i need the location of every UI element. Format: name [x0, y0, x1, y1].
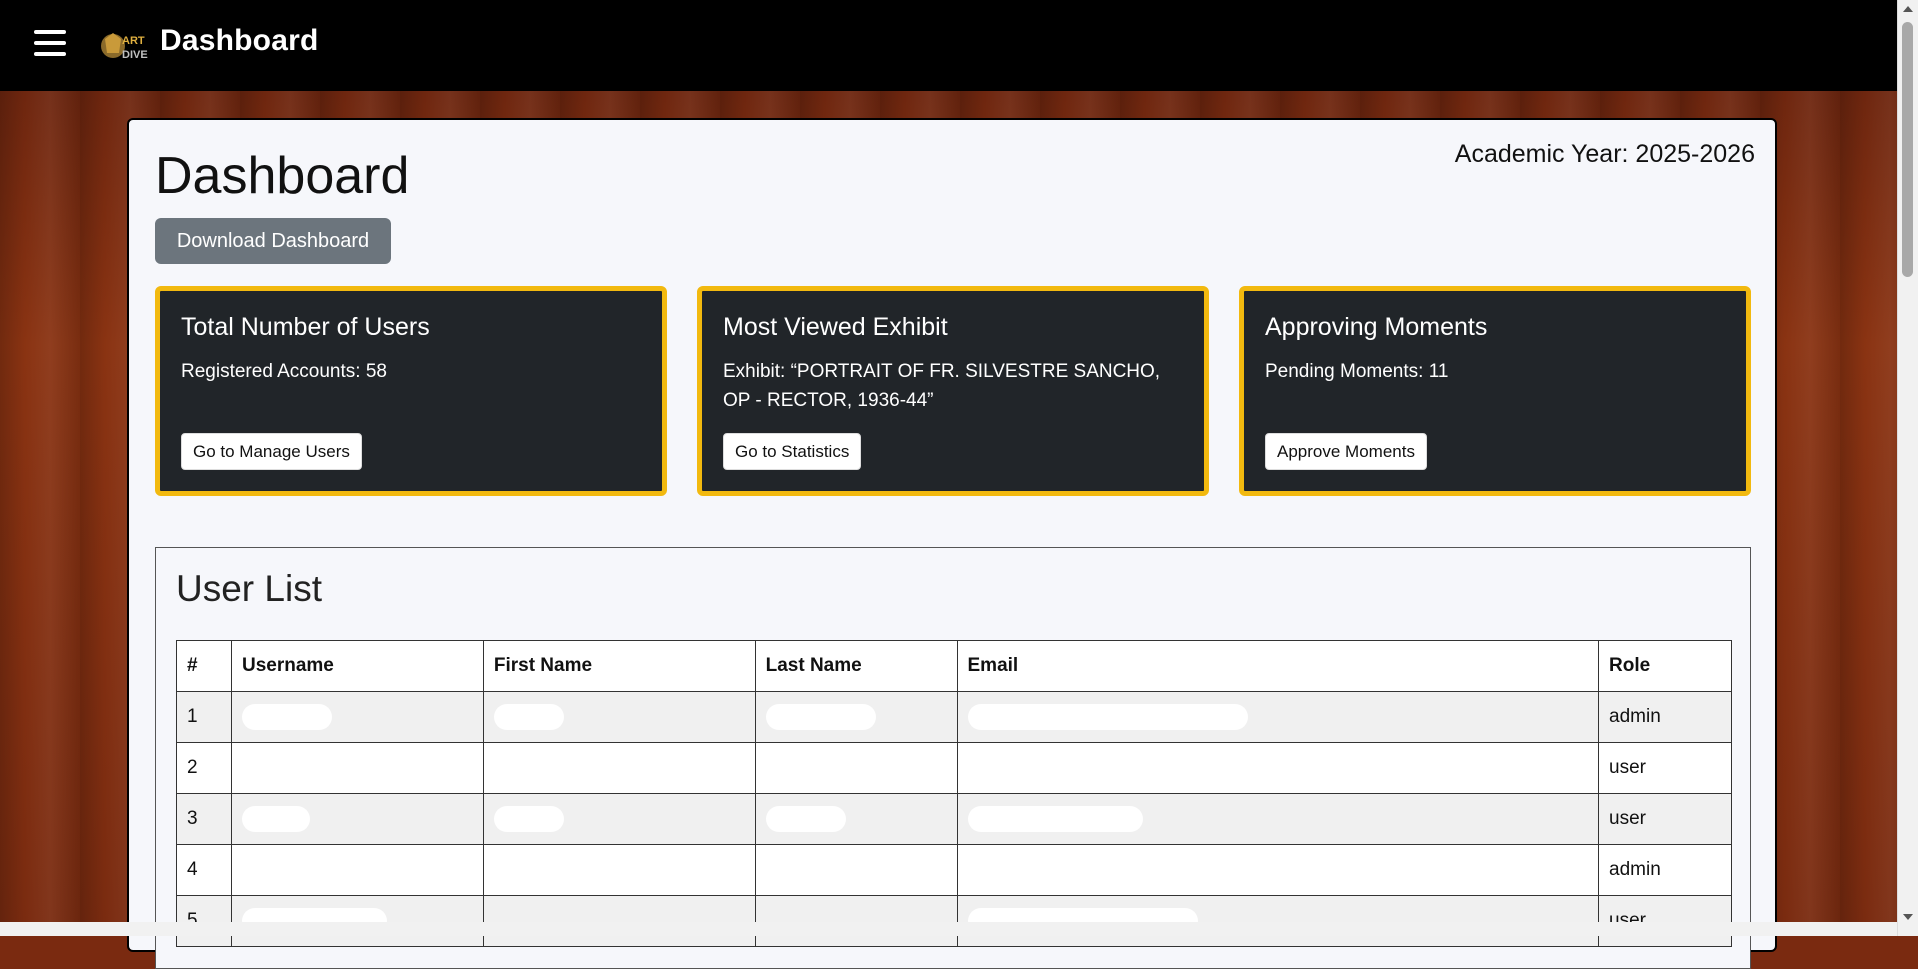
page-title: Dashboard [155, 147, 410, 205]
manage-users-button[interactable]: Go to Manage Users [181, 433, 362, 470]
role-cell: admin [1598, 844, 1732, 896]
redacted-block [765, 806, 846, 832]
role-cell: user [1598, 895, 1732, 947]
row-number: 4 [176, 844, 232, 896]
statistics-button[interactable]: Go to Statistics [723, 433, 862, 470]
redacted-block [967, 704, 1248, 730]
academic-year: Academic Year: 2025-2026 [1454, 140, 1755, 168]
card-title: Most Viewed Exhibit [723, 313, 948, 341]
email-cell [956, 691, 1600, 743]
approving-moments-card: Approving Moments Pending Moments: 11 Ap… [1239, 286, 1751, 496]
row-number: 5 [176, 895, 232, 947]
username-cell [230, 793, 484, 845]
col-header-email: Email [956, 640, 1600, 692]
card-text: Registered Accounts: 58 [181, 361, 387, 382]
user-table: # Username First Name Last Name Email Ro… [176, 640, 1732, 947]
email-cell [956, 742, 1600, 794]
redacted-block [493, 704, 564, 730]
scrollbar-thumb[interactable] [1902, 22, 1913, 277]
username-cell [230, 691, 484, 743]
email-cell [956, 793, 1600, 845]
username-cell [230, 742, 484, 794]
redacted-block [765, 704, 876, 730]
card-title: Total Number of Users [181, 313, 430, 341]
first-name-cell [482, 691, 756, 743]
last-name-cell [754, 793, 958, 845]
role-cell: user [1598, 793, 1732, 845]
last-name-cell [754, 691, 958, 743]
navbar-title: Dashboard [160, 24, 319, 57]
email-cell [956, 895, 1600, 947]
top-navbar: ART DIVE Dashboard [0, 0, 1898, 91]
table-row[interactable]: 4 admin [176, 844, 1732, 896]
svg-text:ART: ART [122, 35, 145, 47]
redacted-block [967, 806, 1143, 832]
last-name-cell [754, 895, 958, 947]
card-title: Approving Moments [1265, 313, 1488, 341]
card-text: Exhibit: “PORTRAIT OF FR. SILVESTRE SANC… [723, 361, 1161, 411]
most-viewed-exhibit-card: Most Viewed Exhibit Exhibit: “PORTRAIT O… [697, 286, 1209, 496]
col-header-username: Username [230, 640, 484, 692]
user-list-title: User List [176, 568, 322, 609]
first-name-cell [482, 844, 756, 896]
col-header-first-name: First Name [482, 640, 756, 692]
row-number: 2 [176, 742, 232, 794]
scroll-down-icon[interactable] [1903, 914, 1913, 920]
redacted-block [241, 806, 310, 832]
username-cell [230, 895, 484, 947]
hamburger-menu-icon[interactable] [34, 30, 66, 58]
download-dashboard-button[interactable]: Download Dashboard [155, 218, 391, 264]
total-users-card: Total Number of Users Registered Account… [155, 286, 667, 496]
last-name-cell [754, 742, 958, 794]
vertical-scrollbar[interactable] [1897, 0, 1918, 936]
table-header-row: # Username First Name Last Name Email Ro… [176, 640, 1732, 692]
scroll-up-icon[interactable] [1903, 6, 1913, 12]
art-dive-logo[interactable]: ART DIVE [100, 29, 150, 63]
col-header-number: # [176, 640, 232, 692]
first-name-cell [482, 895, 756, 947]
username-cell [230, 844, 484, 896]
last-name-cell [754, 844, 958, 896]
card-text: Pending Moments: 11 [1265, 361, 1449, 382]
row-number: 1 [176, 691, 232, 743]
table-row[interactable]: 3 user [176, 793, 1732, 845]
col-header-role: Role [1598, 640, 1732, 692]
redacted-block [241, 704, 332, 730]
table-row[interactable]: 5 user [176, 895, 1732, 947]
row-number: 3 [176, 793, 232, 845]
col-header-last-name: Last Name [754, 640, 958, 692]
table-row[interactable]: 1 admin [176, 691, 1732, 743]
approve-moments-button[interactable]: Approve Moments [1265, 433, 1427, 470]
role-cell: admin [1598, 691, 1732, 743]
horizontal-scroll-area [0, 922, 1898, 936]
first-name-cell [482, 793, 756, 845]
dashboard-panel: Dashboard Academic Year: 2025-2026 Downl… [127, 118, 1777, 969]
user-list-section: User List # Username First Name Last Nam… [155, 547, 1751, 969]
role-cell: user [1598, 742, 1732, 794]
svg-text:DIVE: DIVE [122, 49, 148, 61]
first-name-cell [482, 742, 756, 794]
email-cell [956, 844, 1600, 896]
redacted-block [493, 806, 564, 832]
table-row[interactable]: 2 user [176, 742, 1732, 794]
